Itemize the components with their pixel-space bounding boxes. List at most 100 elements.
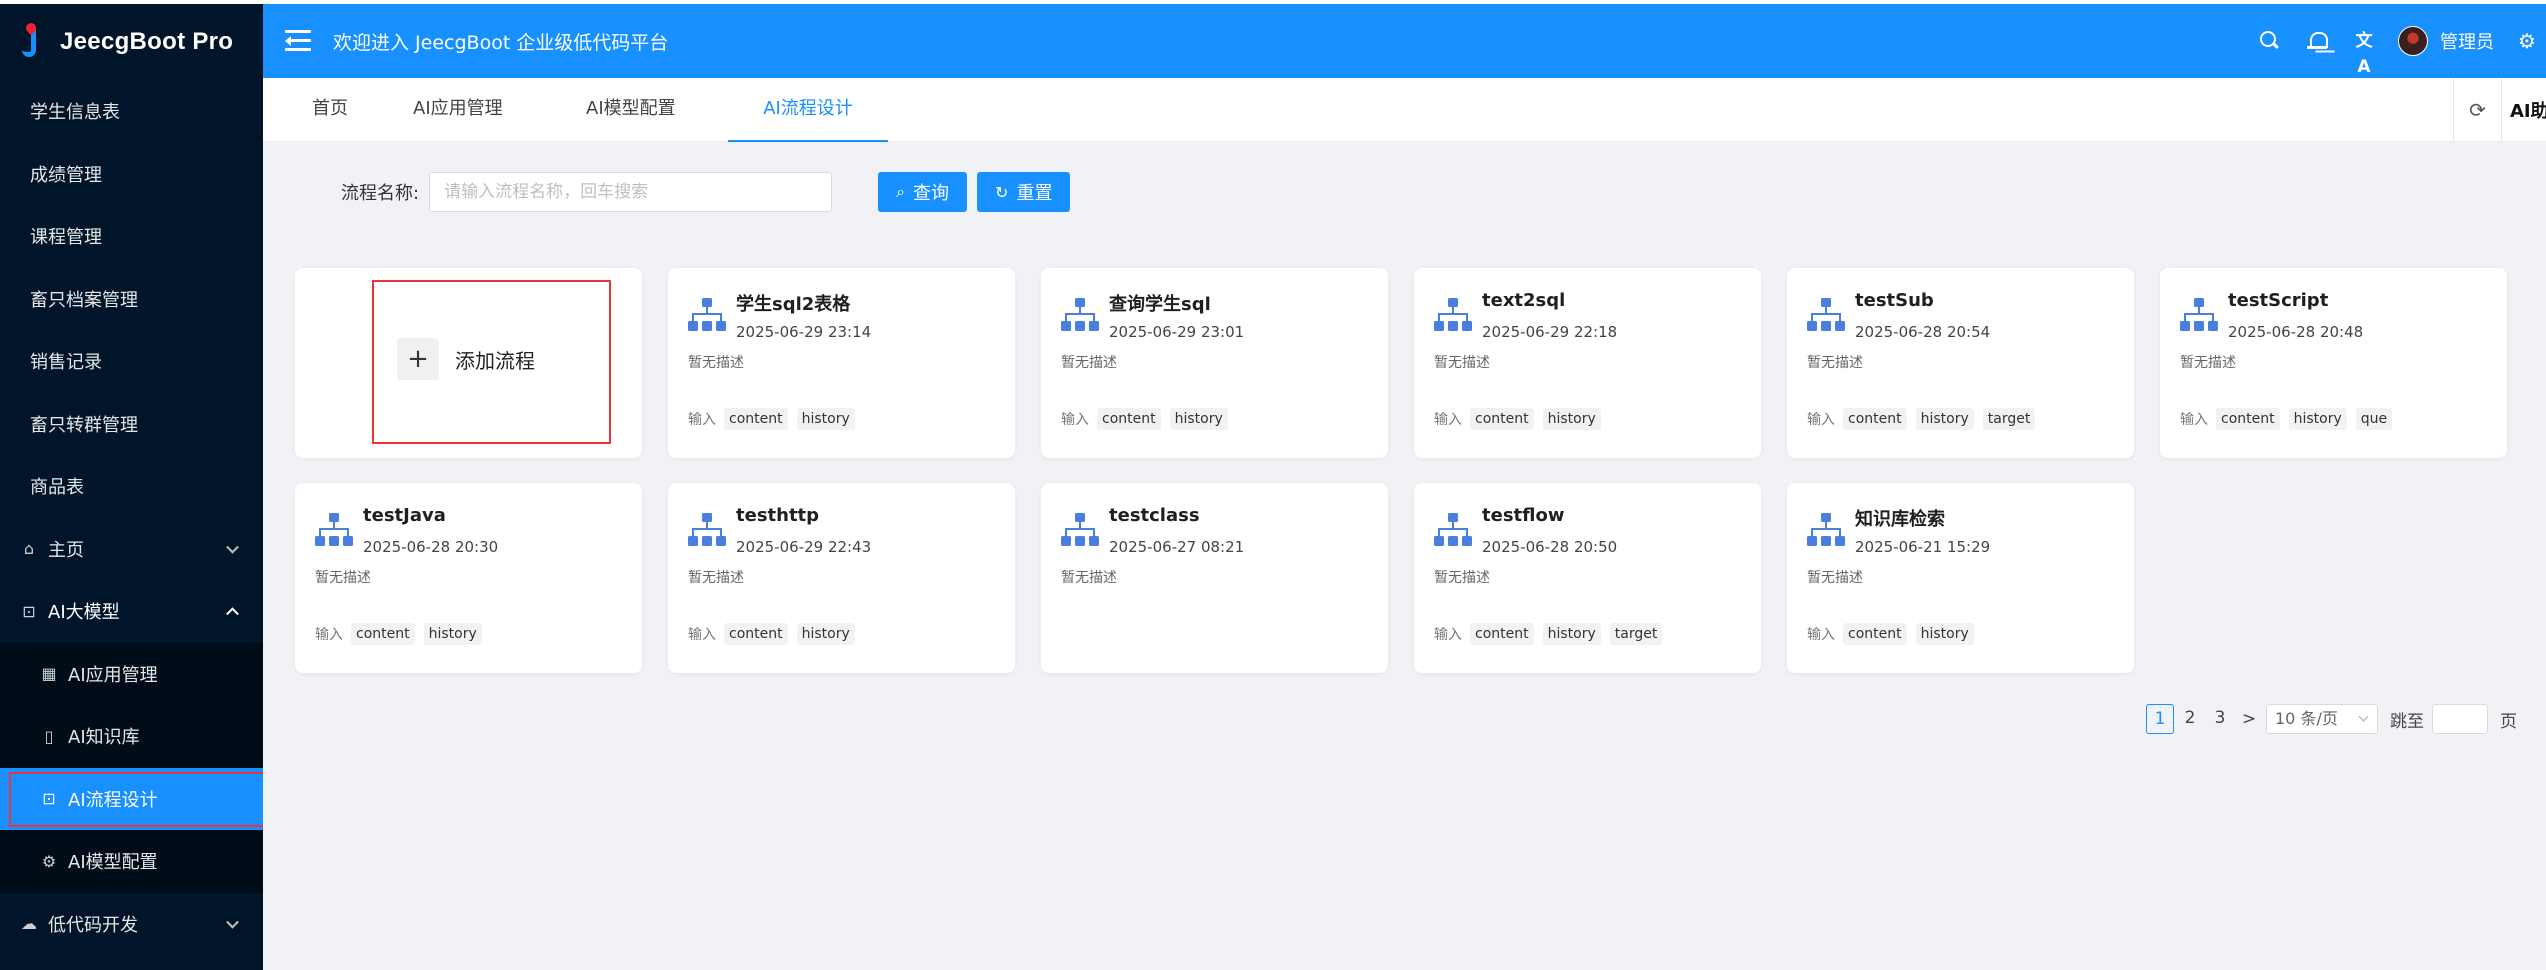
flow-card[interactable]: 知识库检索 2025-06-21 15:29 暂无描述 输入 content his… — [1787, 483, 2134, 673]
tab-tools: ⟳ AI助手 — [2453, 78, 2546, 142]
tab-ai-apps[interactable]: AI应用管理 — [413, 78, 503, 142]
search-icon[interactable] — [2257, 28, 2283, 54]
chevron-right-icon[interactable]: > — [2236, 709, 2262, 729]
flow-date: 2025-06-27 08:21 — [1109, 538, 1245, 556]
input-tag: content — [724, 408, 788, 430]
tab-bar: 首页 AI应用管理 AI模型配置 AI流程设计 ⟳ AI助手 — [263, 78, 2546, 142]
menu-fold-icon[interactable] — [285, 30, 311, 52]
sidebar-item-label: AI知识库 — [68, 727, 140, 749]
tab-home[interactable]: 首页 — [312, 78, 348, 142]
flow-inputs: 输入 content history — [315, 623, 491, 645]
sidebar-item-sales-records[interactable]: 销售记录 — [0, 330, 263, 393]
sidebar-group-ai[interactable]: ⊡ AI大模型 — [0, 580, 263, 643]
flow-description: 暂无描述 — [1807, 570, 1863, 586]
flow-date: 2025-06-21 15:29 — [1855, 538, 1991, 556]
input-tag: history — [423, 623, 482, 645]
tab-ai-model-config[interactable]: AI模型配置 — [586, 78, 676, 142]
flow-title: testflow — [1482, 505, 1565, 526]
input-tag: que — [2355, 408, 2393, 430]
bell-icon[interactable] — [2304, 28, 2330, 54]
sidebar-item-grades[interactable]: 成绩管理 — [0, 143, 263, 206]
sidebar-group-home[interactable]: ⌂ 主页 — [0, 518, 263, 581]
flow-card[interactable]: testflow 2025-06-28 20:50 暂无描述 输入 content… — [1414, 483, 1761, 673]
flow-card[interactable]: 查询学生sql 2025-06-29 23:01 暂无描述 输入 content h… — [1041, 268, 1388, 458]
flow-card[interactable]: testSub 2025-06-28 20:54 暂无描述 输入 content h… — [1787, 268, 2134, 458]
add-flow-label: 添加流程 — [455, 348, 535, 373]
ai-helper-button[interactable]: AI助手 — [2502, 97, 2546, 123]
add-flow-card[interactable]: + 添加流程 — [295, 268, 642, 458]
flow-description: 暂无描述 — [1061, 355, 1117, 371]
flow-description: 暂无描述 — [2180, 355, 2236, 371]
jump-input[interactable] — [2432, 704, 2488, 734]
page-unit-label: 页 — [2500, 711, 2517, 732]
header-actions: 文A 管理员 ⚙ — [2257, 4, 2546, 78]
page-size-select[interactable]: 10 条/页 — [2266, 704, 2378, 734]
input-tag: content — [724, 623, 788, 645]
chevron-down-icon — [226, 540, 239, 554]
chevron-up-icon — [226, 607, 239, 621]
flow-icon: ⊡ — [42, 789, 56, 809]
sidebar-group-lowcode[interactable]: ☁ 低代码开发 — [0, 893, 263, 956]
page-2[interactable]: 2 — [2176, 704, 2204, 734]
flow-inputs: 输入 content history — [1434, 408, 1610, 430]
translate-icon[interactable]: 文A — [2351, 28, 2377, 77]
flow-card[interactable]: testhttp 2025-06-29 22:43 暂无描述 输入 content… — [668, 483, 1015, 673]
page-3[interactable]: 3 — [2206, 704, 2234, 734]
app-root: JeecgBoot Pro 学生信息表 成绩管理 课程管理 畜只档案管理 销售记… — [0, 0, 2546, 970]
gear-icon: ⚙ — [41, 851, 57, 871]
sidebar-item-ai-flow[interactable]: ⊡ AI流程设计 — [0, 767, 263, 830]
org-chart-icon — [1061, 298, 1099, 331]
input-label: 输入 — [1807, 412, 1835, 428]
input-tag: content — [1843, 623, 1907, 645]
flow-inputs: 输入 content history target — [1807, 408, 2044, 430]
flow-title: testJava — [363, 505, 446, 526]
reset-button[interactable]: ↻ 重置 — [977, 172, 1071, 212]
flow-card[interactable]: text2sql 2025-06-29 22:18 暂无描述 输入 content… — [1414, 268, 1761, 458]
flow-inputs: 输入 content history target — [1434, 623, 1671, 645]
search-input[interactable] — [429, 172, 833, 212]
input-tag: history — [1542, 408, 1601, 430]
flow-title: 学生sql2表格 — [736, 294, 851, 315]
query-button[interactable]: ⌕ 查询 — [878, 172, 968, 212]
add-flow-button[interactable]: + 添加流程 — [397, 338, 535, 380]
flow-title: 查询学生sql — [1109, 294, 1211, 315]
flow-date: 2025-06-28 20:48 — [2228, 323, 2364, 341]
sidebar-item-courses[interactable]: 课程管理 — [0, 205, 263, 268]
input-tag: target — [1982, 408, 2036, 430]
flow-card[interactable]: testclass 2025-06-27 08:21 暂无描述 — [1041, 483, 1388, 673]
input-label: 输入 — [1434, 412, 1462, 428]
sidebar-item-ai-knowledge[interactable]: ▯ AI知识库 — [0, 705, 263, 768]
flow-date: 2025-06-29 22:43 — [736, 538, 872, 556]
refresh-icon[interactable]: ⟳ — [2454, 78, 2502, 142]
sidebar-item-livestock-transfer[interactable]: 畜只转群管理 — [0, 393, 263, 456]
flow-date: 2025-06-29 23:01 — [1109, 323, 1245, 341]
sidebar-item-label: 成绩管理 — [30, 164, 102, 186]
flow-title: text2sql — [1482, 290, 1566, 311]
flow-inputs: 输入 content history — [688, 408, 864, 430]
flow-card[interactable]: 学生sql2表格 2025-06-29 23:14 暂无描述 输入 content… — [668, 268, 1015, 458]
ai-icon: ⊡ — [22, 601, 36, 621]
sidebar-item-products[interactable]: 商品表 — [0, 455, 263, 518]
user-name[interactable]: 管理员 — [2440, 28, 2494, 54]
app-logo[interactable]: JeecgBoot Pro — [0, 4, 263, 80]
input-label: 输入 — [1061, 412, 1089, 428]
avatar[interactable] — [2398, 26, 2428, 56]
search-icon: ⌕ — [896, 182, 906, 201]
sidebar-item-livestock-records[interactable]: 畜只档案管理 — [0, 268, 263, 331]
flow-title: testSub — [1855, 290, 1934, 311]
tab-ai-flow[interactable]: AI流程设计 — [728, 78, 888, 142]
sidebar-item-ai-model-config[interactable]: ⚙ AI模型配置 — [0, 830, 263, 893]
sidebar-item-student-info[interactable]: 学生信息表 — [0, 80, 263, 143]
flow-description: 暂无描述 — [1434, 355, 1490, 371]
settings-gear-icon[interactable]: ⚙ — [2516, 28, 2538, 54]
sidebar-item-ai-apps[interactable]: ▦ AI应用管理 — [0, 643, 263, 706]
org-chart-icon — [1807, 513, 1845, 546]
flow-card[interactable]: testJava 2025-06-28 20:30 暂无描述 输入 content… — [295, 483, 642, 673]
input-label: 输入 — [315, 627, 343, 643]
page-1[interactable]: 1 — [2146, 704, 2174, 734]
input-tag: content — [1843, 408, 1907, 430]
flow-card[interactable]: testScript 2025-06-28 20:48 暂无描述 输入 conte… — [2160, 268, 2507, 458]
input-tag: history — [2288, 408, 2347, 430]
input-tag: content — [1470, 623, 1534, 645]
input-tag: content — [1097, 408, 1161, 430]
